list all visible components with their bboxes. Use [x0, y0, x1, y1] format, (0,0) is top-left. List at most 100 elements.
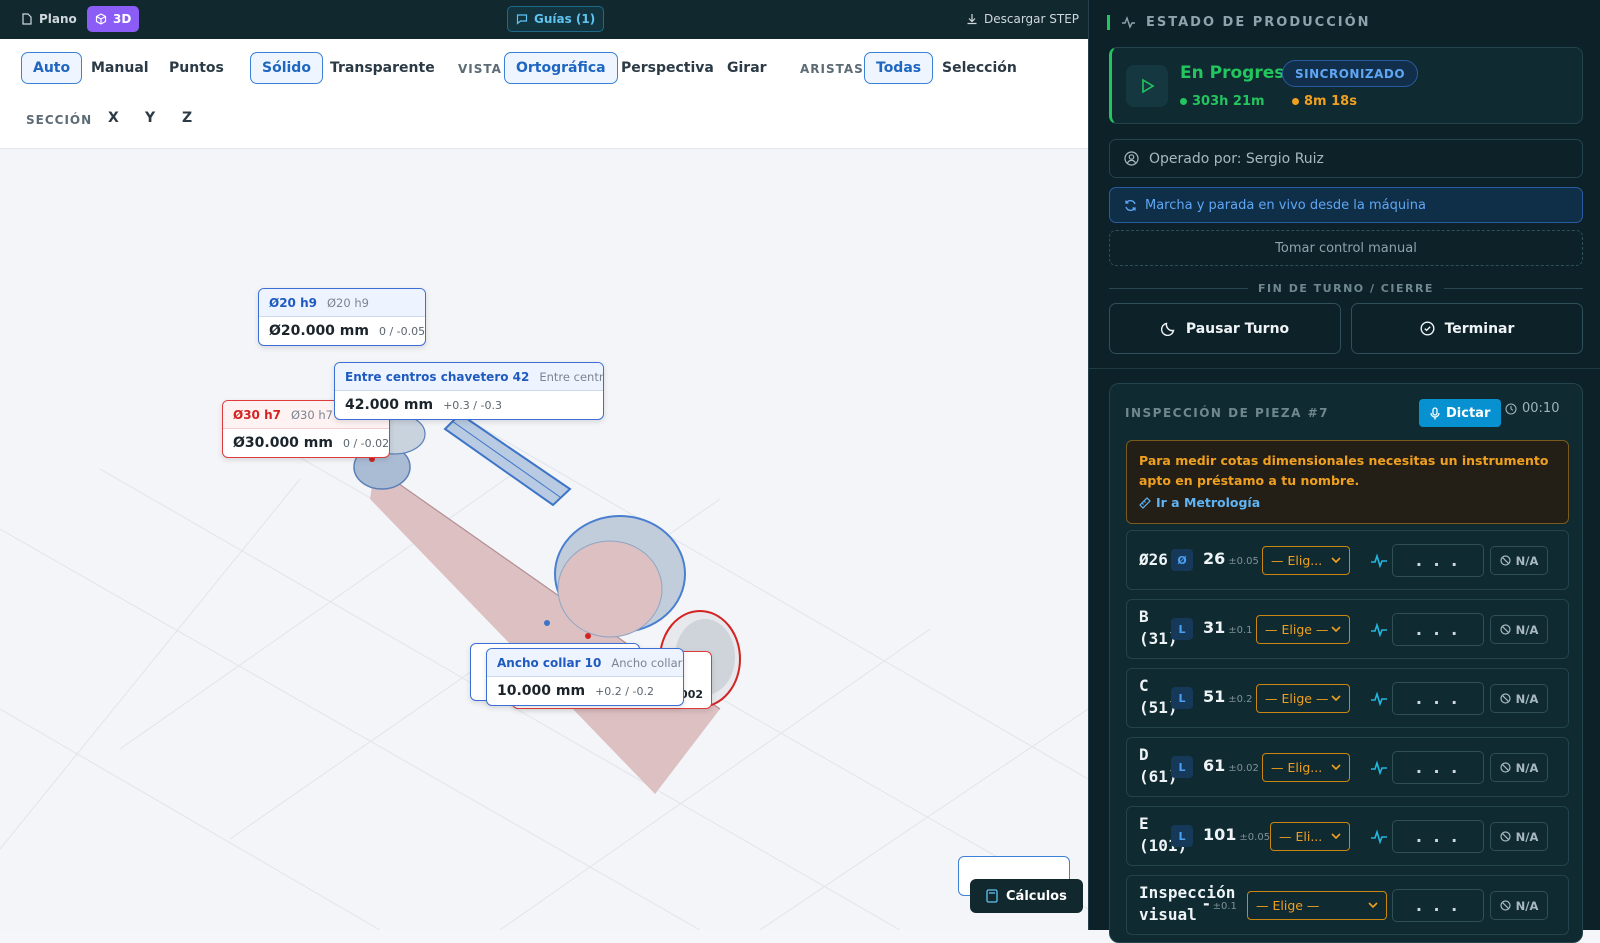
plano-tab[interactable]: Plano [13, 6, 85, 32]
nominal-value: 101 [1203, 825, 1237, 844]
ban-icon [1500, 555, 1511, 566]
calculos-button[interactable]: Cálculos [970, 879, 1083, 913]
na-button[interactable]: N/A [1490, 753, 1548, 782]
message-icon [516, 14, 528, 25]
ban-icon [1500, 693, 1511, 704]
status-card: En Progreso SINCRONIZADO 303h 21m 8m 18s [1109, 47, 1583, 124]
pulse-icon[interactable] [1370, 690, 1388, 708]
finish-button[interactable]: Terminar [1351, 303, 1583, 354]
mode-manual[interactable]: Manual [80, 52, 160, 84]
pulse-icon[interactable] [1370, 759, 1388, 777]
pulse-icon[interactable] [1370, 828, 1388, 846]
annotation-ancho-collar[interactable]: Ancho collar 10 Ancho collar 10 10.000 mm… [486, 648, 684, 706]
calculos-label: Cálculos [1006, 888, 1067, 904]
na-label: N/A [1515, 829, 1539, 844]
dictar-label: Dictar [1446, 405, 1491, 421]
instrument-select[interactable]: — Elige — [1247, 891, 1387, 920]
instrument-select[interactable]: — Elig... [1262, 753, 1350, 782]
3d-label: 3D [113, 12, 132, 26]
3d-viewport[interactable]: Ø20 h9 Ø20 h9 Ø20.000 mm 0 / -0.052 Ø30 h7… [0, 149, 1088, 930]
row-nominal: 51 ±0.2 [1203, 687, 1253, 706]
shift-end-divider: FIN DE TURNO / CIERRE [1109, 281, 1583, 295]
measurement-input[interactable]: . . . [1392, 751, 1484, 784]
pulse-icon[interactable] [1370, 621, 1388, 639]
annotation-name: Ø30 h7 [233, 407, 281, 422]
na-button[interactable]: N/A [1490, 615, 1548, 644]
row-type-tag: L [1171, 618, 1193, 640]
chevron-down-icon [1331, 833, 1341, 840]
metrology-link[interactable]: Ir a Metrología [1139, 493, 1556, 513]
manual-control-button[interactable]: Tomar control manual [1109, 230, 1583, 266]
warning-text: Para medir cotas dimensionales necesitas… [1139, 453, 1549, 488]
na-button[interactable]: N/A [1490, 822, 1548, 851]
dictar-button[interactable]: Dictar [1419, 399, 1502, 427]
orange-dot-icon [1292, 98, 1299, 105]
chevron-down-icon [1331, 695, 1341, 702]
row-nominal: 101 ±0.05 [1203, 825, 1270, 844]
pulse-icon[interactable] [1370, 552, 1388, 570]
annotation-entre-centros[interactable]: Entre centros chavetero 42 Entre centros … [334, 362, 604, 420]
plano-label: Plano [39, 12, 77, 26]
nominal-value: 51 [1203, 687, 1226, 706]
measurement-input[interactable]: . . . [1392, 544, 1484, 577]
row-type-tag: L [1171, 687, 1193, 709]
status-text: En Progreso [1180, 63, 1297, 83]
na-button[interactable]: N/A [1490, 546, 1548, 575]
operator-info: Operado por: Sergio Ruiz [1109, 139, 1583, 178]
cycle-time: 8m 18s [1292, 94, 1357, 109]
seccion-y[interactable]: Y [134, 102, 166, 134]
aristas-seleccion[interactable]: Selección [931, 52, 1028, 84]
measurement-input[interactable]: . . . [1392, 682, 1484, 715]
na-button[interactable]: N/A [1490, 891, 1548, 920]
select-value: — Elige — [1265, 691, 1329, 706]
pause-shift-button[interactable]: Pausar Turno [1109, 303, 1341, 354]
vista-perspectiva[interactable]: Perspectiva [610, 52, 725, 84]
row-nominal: 61 ±0.02 [1203, 756, 1259, 775]
mode-auto[interactable]: Auto [21, 52, 83, 84]
download-label: Descargar STEP [984, 12, 1080, 26]
annotation-value: Ø20.000 mm [269, 323, 369, 339]
ruler-icon [1139, 497, 1151, 509]
annotation-value: 10.000 mm [497, 683, 586, 699]
measurement-input[interactable]: . . . [1392, 613, 1484, 646]
instrument-select[interactable]: — Elige — [1256, 684, 1350, 713]
finish-label: Terminar [1444, 320, 1515, 337]
measurement-input[interactable]: . . . [1392, 889, 1484, 922]
chevron-down-icon [1331, 626, 1341, 633]
annotation-tolerance: 0 / -0.021 [342, 436, 390, 450]
annotation-tolerance: +0.2 / -0.2 [595, 684, 654, 698]
render-solido[interactable]: Sólido [250, 52, 323, 84]
play-icon [1142, 78, 1155, 94]
annotation-d20[interactable]: Ø20 h9 Ø20 h9 Ø20.000 mm 0 / -0.052 [258, 288, 426, 346]
shaft-model[interactable] [0, 149, 1088, 930]
vista-ortografica[interactable]: Ortográfica [504, 52, 618, 84]
na-label: N/A [1515, 553, 1539, 568]
inspection-row: D (61) L 61 ±0.02— Elig.... . . N/A [1126, 737, 1569, 797]
annotation-name: Ø20 h9 [269, 295, 317, 310]
seccion-z[interactable]: Z [171, 102, 203, 134]
instrument-select[interactable]: — Elige — [1256, 615, 1350, 644]
guias-button[interactable]: Guías (1) [507, 6, 605, 32]
live-machine-status[interactable]: Marcha y parada en vivo desde la máquina [1109, 187, 1583, 223]
render-transparente[interactable]: Transparente [319, 52, 446, 84]
mode-puntos[interactable]: Puntos [158, 52, 235, 84]
3d-tab[interactable]: 3D [87, 6, 140, 32]
panel-title: ESTADO DE PRODUCCIÓN [1121, 15, 1371, 30]
operator-text: Operado por: Sergio Ruiz [1149, 150, 1324, 167]
seccion-x[interactable]: X [97, 102, 130, 134]
aristas-todas[interactable]: Todas [864, 52, 934, 84]
green-dot-icon [1180, 98, 1187, 105]
panel-divider [1089, 368, 1600, 369]
nominal-tolerance: ±0.1 [1212, 901, 1237, 912]
annotation-sub: Ø20 h9 [326, 295, 369, 310]
na-button[interactable]: N/A [1490, 684, 1548, 713]
vista-girar[interactable]: Girar [716, 52, 778, 84]
ban-icon [1500, 900, 1511, 911]
total-time-text: 303h 21m [1192, 94, 1265, 109]
instrument-select[interactable]: — Eli... [1270, 822, 1350, 851]
instrument-select[interactable]: — Elig... [1262, 546, 1350, 575]
download-step-button[interactable]: Descargar STEP [958, 6, 1087, 32]
nominal-value: 31 [1203, 618, 1226, 637]
measurement-input[interactable]: . . . [1392, 820, 1484, 853]
play-button[interactable] [1126, 65, 1168, 107]
